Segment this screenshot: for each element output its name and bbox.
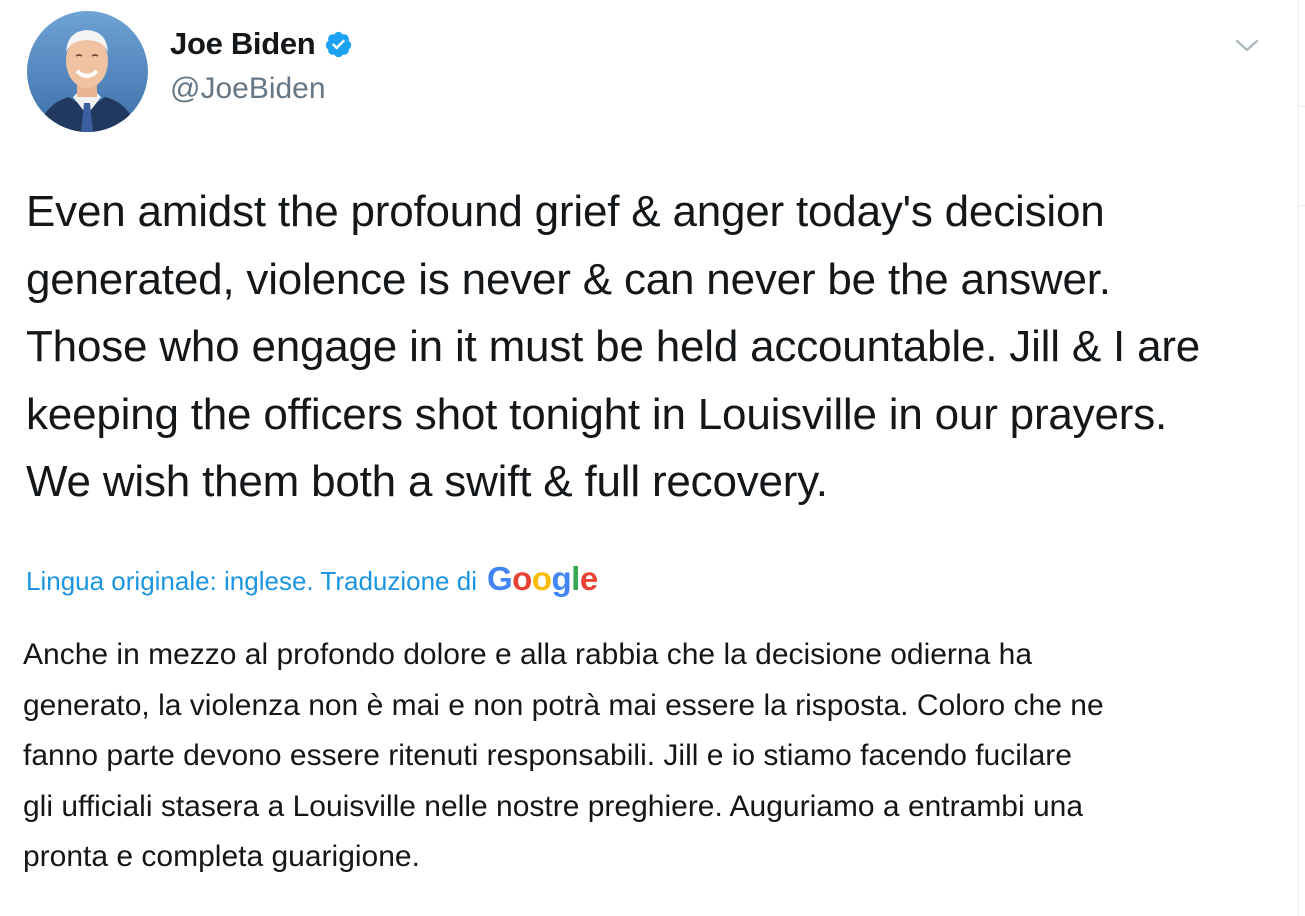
author-handle[interactable]: @JoeBiden <box>170 72 326 106</box>
translated-text-line: gli ufficiali stasera a Louisville nelle… <box>23 789 1084 823</box>
tweet-text-line: Those who engage in it must be held acco… <box>26 322 1201 371</box>
tweet-text-line: keeping the officers shot tonight in Lou… <box>26 389 1168 439</box>
author-name-row[interactable]: Joe Biden <box>170 26 353 62</box>
avatar[interactable] <box>27 11 148 132</box>
tweet-text-line: generated, violence is never & can never… <box>26 254 1111 304</box>
tweet-card: Joe Biden @JoeBiden Even amidst the prof… <box>0 0 1305 916</box>
translated-text-line: generato, la violenza non è mai e non po… <box>23 688 1104 722</box>
column-divider-tick <box>1298 106 1305 107</box>
chevron-down-icon[interactable] <box>1234 36 1260 56</box>
translation-label[interactable]: Lingua originale: inglese. Traduzione di <box>26 566 477 597</box>
google-logo: Google <box>486 560 598 597</box>
verified-badge-icon <box>324 30 353 59</box>
tweet-text: Even amidst the profound grief & anger t… <box>26 178 1286 516</box>
translated-text-line: Anche in mezzo al profondo dolore e alla… <box>23 638 1032 671</box>
translation-attribution[interactable]: Lingua originale: inglese. Traduzione di… <box>26 560 598 598</box>
translated-text-line: fanno parte devono essere ritenuti respo… <box>23 739 1072 772</box>
column-divider-tick <box>1298 205 1305 206</box>
column-divider <box>1298 0 1299 916</box>
tweet-text-line: Even amidst the profound grief & anger t… <box>26 187 1105 236</box>
author-display-name[interactable]: Joe Biden <box>170 26 316 62</box>
tweet-text-line: We wish them both a swift & full recover… <box>26 457 828 506</box>
translated-text: Anche in mezzo al profondo dolore e alla… <box>23 630 1288 883</box>
translated-text-line: pronta e completa guarigione. <box>23 840 420 873</box>
